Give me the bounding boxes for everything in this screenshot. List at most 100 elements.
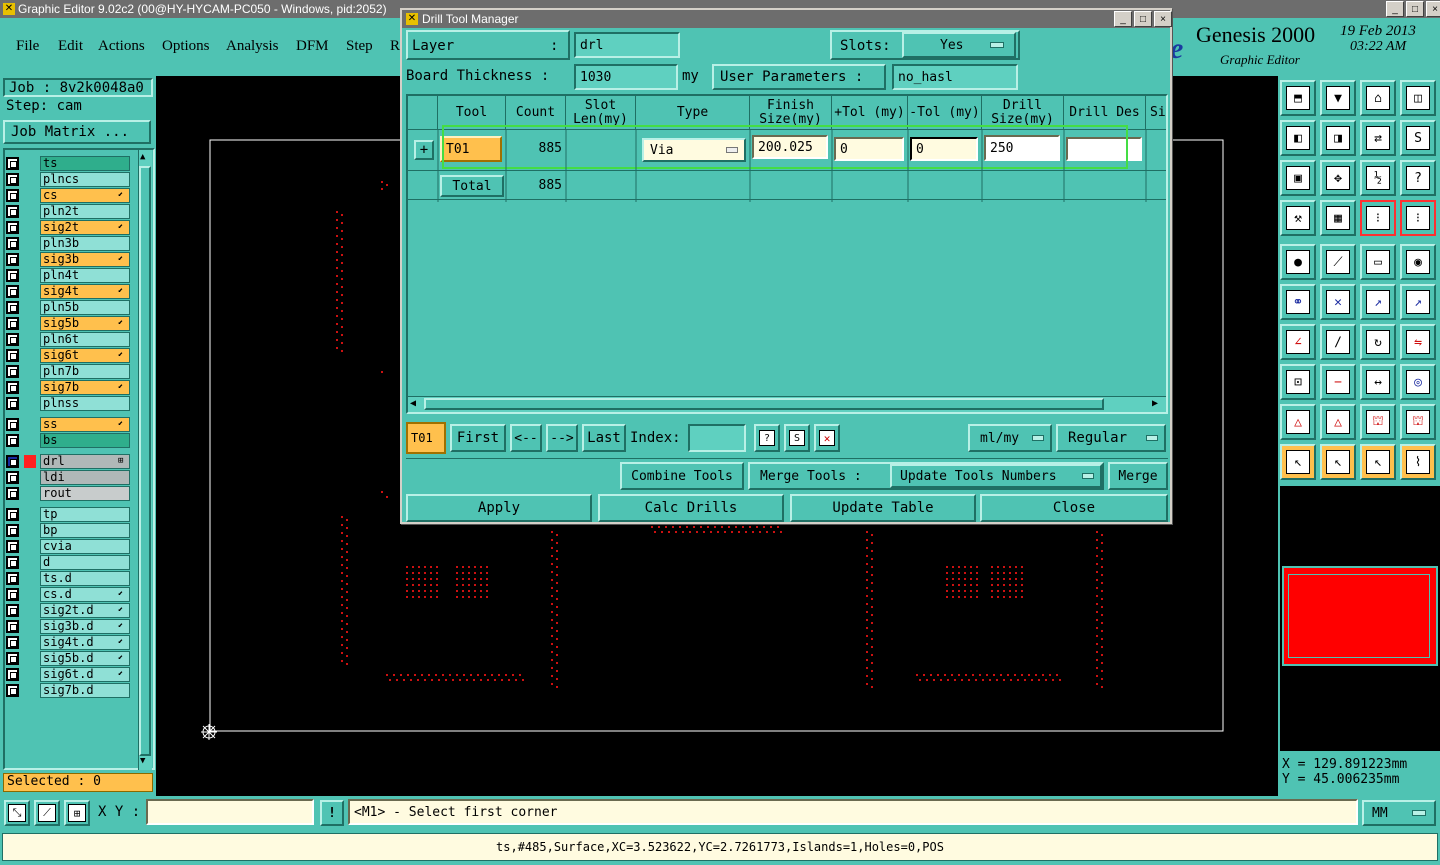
layer-row[interactable]: cs.d ⬋: [6, 587, 130, 602]
index-field[interactable]: [688, 424, 746, 452]
xy-input[interactable]: [146, 799, 314, 825]
layer-row[interactable]: drl ⊞: [6, 454, 130, 469]
layer-name[interactable]: sig2t: [40, 220, 130, 235]
arch-button[interactable]: ⛫: [1360, 404, 1396, 440]
menu-options[interactable]: Options: [162, 38, 210, 55]
layer-checkbox[interactable]: [6, 157, 19, 170]
layer-row[interactable]: sig3b.d ⬋: [6, 619, 130, 634]
minimize-button[interactable]: _: [1386, 1, 1404, 17]
layer-row[interactable]: sig2t ⬋: [6, 220, 130, 235]
layer-checkbox[interactable]: [6, 434, 19, 447]
close-dialog-button[interactable]: Close: [980, 494, 1168, 522]
line-point2-button[interactable]: ↗: [1400, 284, 1436, 320]
user-parameters-button[interactable]: User Parameters :: [712, 64, 886, 90]
layer-checkbox[interactable]: [6, 173, 19, 186]
layer-name[interactable]: pln4t: [40, 268, 130, 283]
layer-name[interactable]: sig3b.d: [40, 619, 130, 634]
layer-row[interactable]: sig2t.d ⬋: [6, 603, 130, 618]
menu-actions[interactable]: Actions: [98, 38, 145, 55]
layer-name[interactable]: sig5b: [40, 316, 130, 331]
wrench-button[interactable]: ⚒: [1280, 200, 1316, 236]
pointer-box2-button[interactable]: ↖: [1360, 444, 1396, 480]
layer-row[interactable]: bs: [6, 433, 130, 448]
layer-name[interactable]: plnss: [40, 396, 130, 411]
pointer-box-button[interactable]: ↖: [1320, 444, 1356, 480]
sort-button[interactable]: S: [784, 424, 810, 452]
layer-checkbox[interactable]: [6, 333, 19, 346]
layer-checkbox[interactable]: [6, 588, 19, 601]
layer-checkbox[interactable]: [6, 620, 19, 633]
menu-file[interactable]: File: [16, 38, 39, 55]
layer-row[interactable]: pln3b: [6, 236, 130, 251]
hscroll-thumb[interactable]: [424, 398, 1104, 410]
update-table-button[interactable]: Update Table: [790, 494, 976, 522]
layer-checkbox[interactable]: [6, 189, 19, 202]
layer-checkbox[interactable]: [6, 556, 19, 569]
layer-name[interactable]: drl: [40, 454, 130, 469]
menu-dfm[interactable]: DFM: [296, 38, 329, 55]
layer-checkbox[interactable]: [6, 397, 19, 410]
menu-edit[interactable]: Edit: [58, 38, 83, 55]
snap-red-button[interactable]: ⁝: [1360, 200, 1396, 236]
layer-row[interactable]: sig6t ⬋: [6, 348, 130, 363]
close-button[interactable]: ×: [1426, 1, 1440, 17]
calc-drills-button[interactable]: Calc Drills: [598, 494, 784, 522]
triangle-button[interactable]: △: [1280, 404, 1316, 440]
layer-checkbox[interactable]: [6, 684, 19, 697]
diagonal-button[interactable]: ∕: [1320, 324, 1356, 360]
units-dropdown[interactable]: MM: [1362, 800, 1436, 826]
triangle2-button[interactable]: △: [1320, 404, 1356, 440]
layer-row[interactable]: pln4t: [6, 268, 130, 283]
layer-checkbox[interactable]: [6, 349, 19, 362]
layer-row[interactable]: ldi: [6, 470, 130, 485]
s-curve-button[interactable]: S: [1400, 120, 1436, 156]
snap-red2-button[interactable]: ⁝: [1400, 200, 1436, 236]
node-button[interactable]: ⊡: [1280, 364, 1316, 400]
layer-row[interactable]: ss ⬋: [6, 417, 130, 432]
grid-toggle-button[interactable]: ▦: [1320, 200, 1356, 236]
delete-button[interactable]: ✕: [814, 424, 840, 452]
layer-row[interactable]: tp: [6, 507, 130, 522]
layer-name[interactable]: pln5b: [40, 300, 130, 315]
layer-row[interactable]: sig4t ⬋: [6, 284, 130, 299]
apply-button[interactable]: Apply: [406, 494, 592, 522]
units-select[interactable]: ml/my: [968, 424, 1052, 452]
house-button[interactable]: ⌂: [1360, 80, 1396, 116]
scroll-up-icon[interactable]: ▲: [140, 152, 145, 162]
scroll-left-icon[interactable]: ◀: [410, 398, 416, 409]
layer-checkbox[interactable]: [6, 652, 19, 665]
board-thickness-field[interactable]: 1030: [574, 64, 678, 90]
user-parameters-field[interactable]: no_hasl: [892, 64, 1018, 90]
layer-field[interactable]: drl: [574, 32, 680, 58]
pointer-button[interactable]: ↖: [1280, 444, 1316, 480]
round-pad-button[interactable]: ◉: [1400, 244, 1436, 280]
layer-name[interactable]: sig7b: [40, 380, 130, 395]
scale-1-2-button[interactable]: ½: [1360, 160, 1396, 196]
layer-row[interactable]: cvia: [6, 539, 130, 554]
arrow-down-button[interactable]: ▼: [1320, 80, 1356, 116]
dialog-close-button[interactable]: ×: [1154, 11, 1172, 27]
menu-analysis[interactable]: Analysis: [226, 38, 279, 55]
layer-row[interactable]: cs ⬋: [6, 188, 130, 203]
dimension-button[interactable]: ↔: [1360, 364, 1396, 400]
scroll-thumb[interactable]: [139, 166, 151, 756]
layer-name[interactable]: ts.d: [40, 571, 130, 586]
layer-checkbox[interactable]: [6, 487, 19, 500]
layer-row[interactable]: plnss: [6, 396, 130, 411]
layer-checkbox[interactable]: [6, 604, 19, 617]
layer-checkbox[interactable]: [6, 508, 19, 521]
layer-checkbox[interactable]: [6, 471, 19, 484]
combine-tools-button[interactable]: Combine Tools: [620, 462, 744, 490]
prev-button[interactable]: <--: [510, 424, 542, 452]
menu-step[interactable]: Step: [346, 38, 373, 55]
layer-checkbox[interactable]: [6, 269, 19, 282]
scroll-right-icon[interactable]: ▶: [1152, 398, 1158, 409]
layer-checkbox[interactable]: [6, 418, 19, 431]
dialog-maximize-button[interactable]: □: [1134, 11, 1152, 27]
layer-row[interactable]: pln7b: [6, 364, 130, 379]
help-button[interactable]: ?: [1400, 160, 1436, 196]
fit-button[interactable]: ▣: [1280, 160, 1316, 196]
layer-name[interactable]: bs: [40, 433, 130, 448]
route-button[interactable]: ⌇: [1400, 444, 1436, 480]
last-button[interactable]: Last: [582, 424, 626, 452]
